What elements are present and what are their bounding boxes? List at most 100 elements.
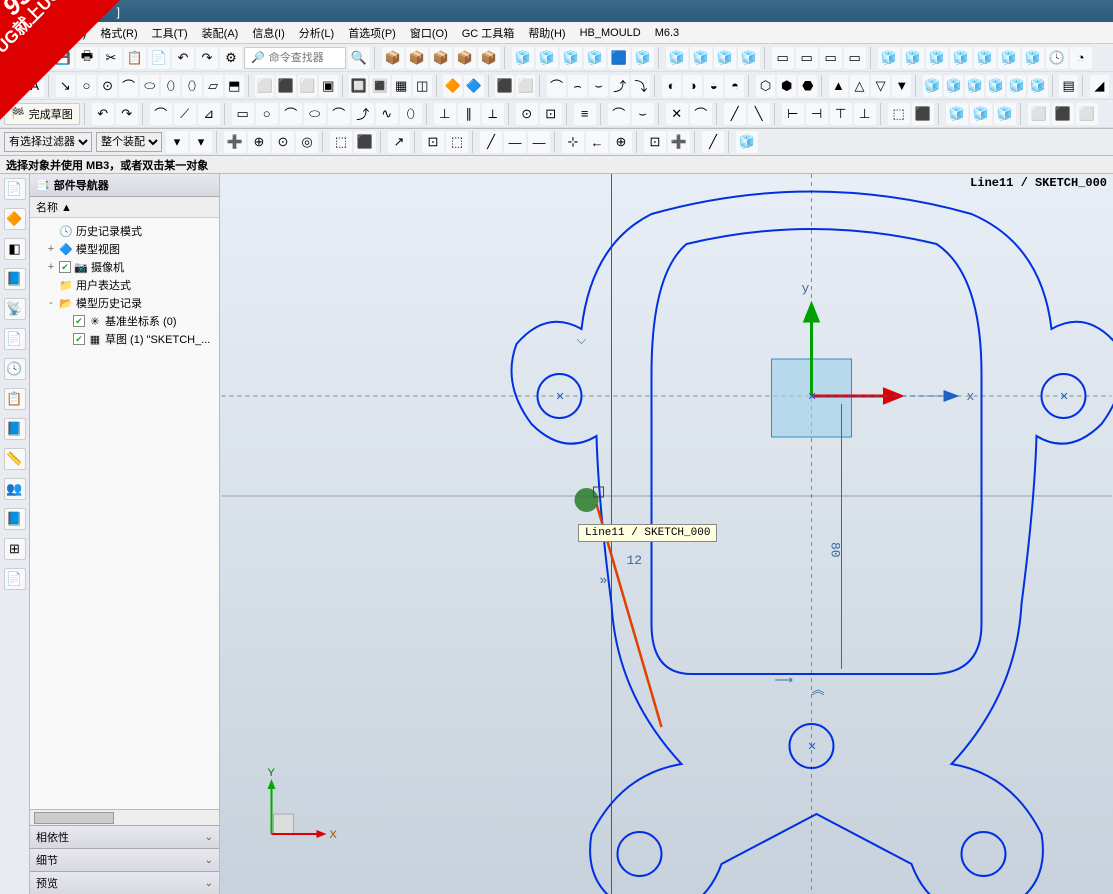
toolbar-button[interactable]: 🧊	[994, 103, 1016, 125]
expand-icon[interactable]: -	[46, 297, 56, 309]
toolbar-button[interactable]: ▲	[829, 75, 848, 97]
toolbar-button[interactable]: ▣	[319, 75, 338, 97]
menu-item[interactable]: 工具(T)	[146, 23, 194, 43]
toolbar-button[interactable]: ⊡	[540, 103, 562, 125]
toolbar-button[interactable]: ⊤	[830, 103, 852, 125]
finish-sketch-button[interactable]: 🏁完成草图	[4, 103, 80, 125]
menu-item[interactable]: HB_MOULD	[574, 25, 647, 41]
toolbar-button[interactable]: ⬜	[1028, 103, 1050, 125]
toolbar-button[interactable]: ≡	[574, 103, 596, 125]
toolbar-button[interactable]: 🧊	[584, 47, 606, 69]
navigator-tree[interactable]: 🕓历史记录模式+🔷模型视图+✔📷摄像机📁用户表达式-📂模型历史记录✔✳基准坐标系…	[30, 218, 219, 809]
resource-tab[interactable]: 📋	[4, 388, 26, 410]
resource-tab[interactable]: 🕓	[4, 358, 26, 380]
menu-item[interactable]: 格式(R)	[94, 23, 143, 43]
toolbar-button[interactable]: 🧊	[714, 47, 736, 69]
toolbar-button[interactable]: ▱	[204, 75, 223, 97]
toolbar-button[interactable]: 🧊	[560, 47, 582, 69]
toolbar-button[interactable]: 🧊	[986, 75, 1005, 97]
toolbar-button[interactable]: ✂	[100, 47, 122, 69]
toolbar-button[interactable]: ⌒	[280, 103, 302, 125]
toolbar-button[interactable]: ✕	[666, 103, 688, 125]
filter-button[interactable]: ➕	[668, 131, 690, 153]
toolbar-button[interactable]: 🕓	[1046, 47, 1068, 69]
menu-item[interactable]: 信息(I)	[246, 23, 290, 43]
menu-item[interactable]: GC 工具箱	[456, 23, 521, 43]
checkbox[interactable]: ✔	[59, 261, 71, 273]
tree-node[interactable]: 🕓历史记录模式	[32, 222, 217, 240]
toolbar-button[interactable]: 📦	[454, 47, 476, 69]
checkbox[interactable]: ✔	[73, 315, 85, 327]
toolbar-button[interactable]: ⌒	[608, 103, 630, 125]
resource-tab[interactable]: ⊞	[4, 538, 26, 560]
toolbar-button[interactable]: ◓	[725, 75, 744, 97]
toolbar-button[interactable]: ⬭	[140, 75, 159, 97]
filter-button[interactable]: —	[528, 131, 550, 153]
toolbar-button[interactable]: ▭	[796, 47, 818, 69]
toolbar-button[interactable]: ⌒	[119, 75, 138, 97]
menu-item[interactable]: 帮助(H)	[522, 23, 571, 43]
toolbar-button[interactable]: ◫	[413, 75, 432, 97]
toolbar-button[interactable]: 📄	[148, 47, 170, 69]
toolbar-button[interactable]: ⬛	[1052, 103, 1074, 125]
toolbar-button[interactable]: ⬚	[888, 103, 910, 125]
toolbar-button[interactable]: 📂	[28, 47, 50, 69]
toolbar-button[interactable]: ⊿	[198, 103, 220, 125]
toolbar-button[interactable]: 📦	[382, 47, 404, 69]
section-detail[interactable]: 细节⌄	[30, 848, 219, 871]
toolbar-button[interactable]: 🧊	[666, 47, 688, 69]
filter-button[interactable]: ⬛	[354, 131, 376, 153]
filter-button[interactable]: ←	[586, 131, 608, 153]
toolbar-button[interactable]: 🧊	[970, 103, 992, 125]
resource-bar[interactable]: 📄🔶◧📘📡📄🕓📋📘📏👥📘⊞📄	[0, 174, 30, 894]
filter-button[interactable]: ◎	[296, 131, 318, 153]
toolbar-button[interactable]: △	[850, 75, 869, 97]
toolbar-button[interactable]: ⬜	[298, 75, 317, 97]
toolbar-button[interactable]: 🧊	[923, 75, 942, 97]
navigator-column-header[interactable]: 名称 ▲	[30, 197, 219, 218]
navigator-scroll-h[interactable]	[30, 809, 219, 825]
toolbar-button[interactable]: 🧊	[690, 47, 712, 69]
toolbar-button[interactable]: ⟋	[174, 103, 196, 125]
filter-button[interactable]: ⬚	[330, 131, 352, 153]
command-finder-input[interactable]	[269, 52, 339, 64]
toolbar-button[interactable]: 📋	[124, 47, 146, 69]
menu-item[interactable]: 首选项(P)	[342, 23, 402, 43]
toolbar-button[interactable]: ⊣	[806, 103, 828, 125]
toolbar-button[interactable]: ◐	[662, 75, 681, 97]
filter-button[interactable]: ▾	[190, 131, 212, 153]
section-dependency[interactable]: 相依性⌄	[30, 825, 219, 848]
resource-tab[interactable]: 🔶	[4, 208, 26, 230]
toolbar-button[interactable]: 🖶	[76, 47, 98, 69]
toolbar-button[interactable]: A	[4, 75, 23, 97]
toolbar-button[interactable]: 🔲	[349, 75, 368, 97]
toolbar-button[interactable]: ⬯	[400, 103, 422, 125]
resource-tab[interactable]: 📘	[4, 268, 26, 290]
menu-item[interactable]: M6.3	[649, 25, 685, 41]
tree-node[interactable]: +✔📷摄像机	[32, 258, 217, 276]
selection-filter-bar[interactable]: 有选择过滤器 整个装配 ▾▾➕⊕⊙◎⬚⬛↗⊡⬚╱——⊹←⊕⊡➕╱🧊	[0, 129, 1113, 156]
menu-item[interactable]: 图(V)	[4, 23, 42, 43]
tree-node[interactable]: ✔✳基准坐标系 (0)	[32, 312, 217, 330]
graphics-canvas[interactable]: Line11 / SKETCH_000	[220, 174, 1113, 894]
toolbar-button[interactable]: 🔶	[443, 75, 462, 97]
tree-node[interactable]: ✔▦草图 (1) "SKETCH_...	[32, 330, 217, 348]
toolbar-button[interactable]: 🧊	[946, 103, 968, 125]
toolbar-button[interactable]: ⚙	[220, 47, 242, 69]
toolbar-button[interactable]: ⌣	[589, 75, 608, 97]
filter-button[interactable]: ╱	[480, 131, 502, 153]
filter-button[interactable]: ⊕	[248, 131, 270, 153]
toolbar-button[interactable]: ⬛	[495, 75, 514, 97]
scroll-thumb[interactable]	[34, 812, 114, 824]
toolbar-button[interactable]: ⬜	[516, 75, 535, 97]
toolbar-button[interactable]: 🧊	[950, 47, 972, 69]
expand-icon[interactable]: +	[46, 261, 56, 273]
toolbar-button[interactable]: ▼	[892, 75, 911, 97]
filter-scope-select[interactable]: 整个装配	[96, 132, 162, 152]
toolbar-button[interactable]: ⊥	[854, 103, 876, 125]
resource-tab[interactable]: 📡	[4, 298, 26, 320]
toolbar-button[interactable]: 🧊	[974, 47, 996, 69]
toolbar-button[interactable]: ▭	[232, 103, 254, 125]
toolbar-button[interactable]: ⬛	[276, 75, 295, 97]
resource-tab[interactable]: 📘	[4, 418, 26, 440]
